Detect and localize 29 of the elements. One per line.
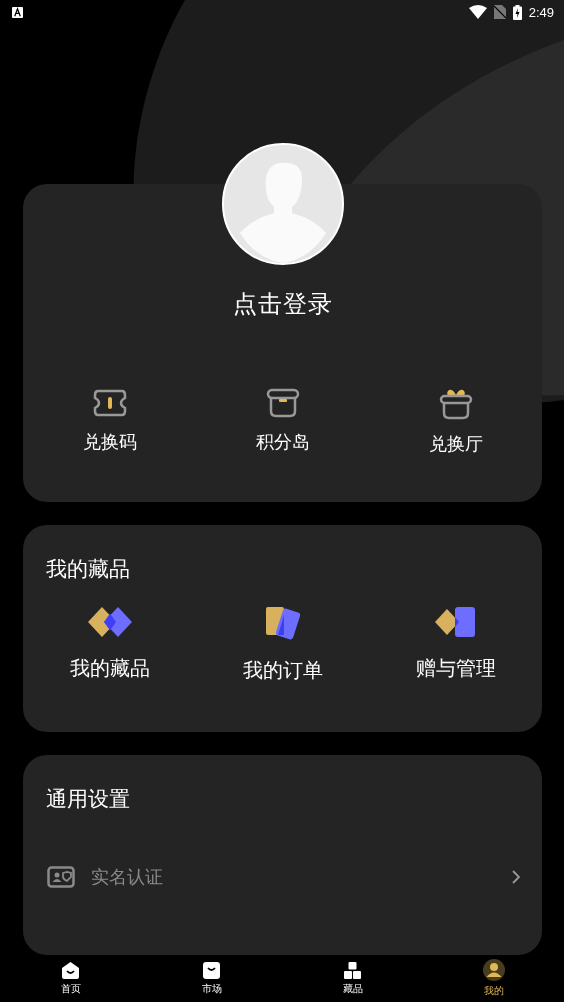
battery-icon [512,4,522,20]
gift-card-icon [433,605,478,640]
chevron-right-icon [512,870,520,884]
collection-item[interactable]: 我的藏品 [23,605,196,685]
collection-item[interactable]: 赠与管理 [369,605,542,685]
collection-item[interactable]: 我的订单 [196,605,369,685]
shopping-bag-icon [203,961,220,979]
home-icon [62,961,79,979]
avatar-placeholder-icon[interactable] [221,143,344,265]
ticket-icon [92,388,127,418]
user-avatar-icon [482,959,505,981]
wifi-icon [468,5,487,19]
blocks-icon [344,961,361,979]
clock: 2:49 [528,4,554,20]
nav-tab[interactable]: 首页 [0,961,141,996]
nav-tab[interactable]: 市场 [141,961,282,996]
notification-icon [12,6,23,18]
login-link[interactable]: 点击登录 [232,288,333,320]
nav-tab[interactable]: 藏品 [282,961,423,996]
gift-icon [438,388,473,420]
quick-action[interactable]: 积分岛 [196,388,369,456]
box-icon [265,388,300,418]
quick-action[interactable]: 兑换厅 [369,388,542,456]
section-title: 通用设置 [45,786,131,813]
id-card-icon [47,866,75,888]
nav-tab[interactable]: 我的 [423,959,564,998]
settings-row[interactable]: 实名认证 [47,865,520,889]
section-title: 我的藏品 [45,556,131,584]
quick-action[interactable]: 兑换码 [23,388,196,456]
